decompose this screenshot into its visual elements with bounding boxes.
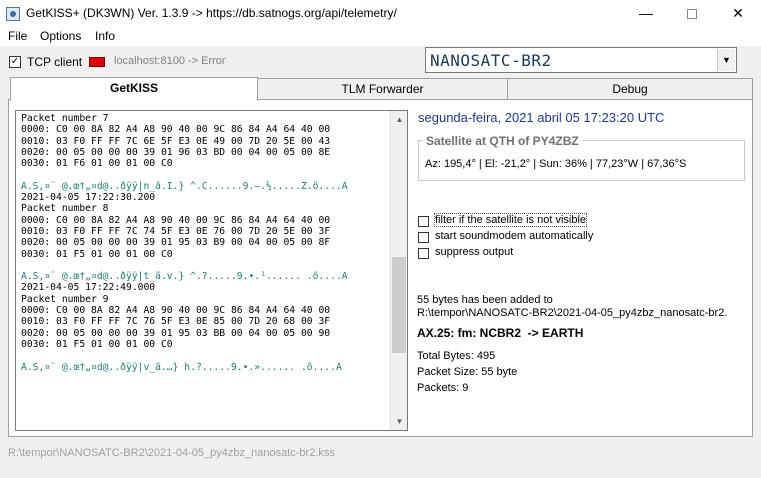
log-line: À.Š,¤¨ @.œ†„¤d@..ðÿÿ|v_ã.…} h.?.....9.•.… (21, 361, 342, 373)
suppress-output-label[interactable]: suppress output (435, 246, 513, 258)
tcp-client-label: TCP client (27, 55, 83, 69)
log-line: Packet number 9 (21, 293, 109, 305)
log-line: 0030: 01 F5 01 00 01 00 C0 (21, 248, 173, 260)
window-title: GetKISS+ (DK3WN) Ver. 1.3.9 -> https://d… (26, 6, 397, 20)
satellite-select-value: NANOSATC-BR2 (430, 51, 552, 70)
scroll-thumb[interactable] (392, 257, 406, 353)
log-line: 0020: 00 05 00 00 00 39 01 96 03 BD 00 0… (21, 146, 331, 158)
log-line: 2021-04-05 17:22:30.200 (21, 192, 156, 204)
log-line: Packet number 7 (21, 113, 109, 124)
minimize-button[interactable]: — (623, 0, 669, 28)
tab-getkiss[interactable]: GetKISS (10, 77, 258, 101)
packet-log[interactable]: Packet number 7 0000: C0 00 8A 82 A4 A8 9… (15, 110, 408, 431)
packet-size: Packet Size: 55 byte (417, 366, 518, 378)
connection-status-indicator (89, 57, 105, 67)
ax25-header: AX.25: fm: NCBR2 -> EARTH (417, 326, 584, 340)
log-line: Packet number 8 (21, 203, 109, 215)
maximize-icon (687, 9, 697, 19)
dropdown-arrow-icon[interactable]: ▼ (717, 49, 735, 71)
log-line: 2021-04-05 17:22:49.000 (21, 282, 156, 294)
satellite-position-info: Az: 195,4° | El: -21,2° | Sun: 36% | 77,… (425, 158, 687, 170)
log-line: 0020: 00 05 00 00 00 39 01 95 03 B9 00 0… (21, 237, 331, 249)
current-datetime: segunda-feira, 2021 abril 05 17:23:20 UT… (418, 110, 665, 125)
tab-debug[interactable]: Debug (507, 78, 753, 100)
title-bar: GetKISS+ (DK3WN) Ver. 1.3.9 -> https://d… (0, 0, 761, 28)
start-soundmodem-label[interactable]: start soundmodem automatically (435, 230, 593, 242)
log-line: 0000: C0 00 8A 82 A4 A8 90 40 00 9C 86 8… (21, 124, 331, 136)
log-scrollbar[interactable]: ▲ ▼ (390, 111, 407, 430)
app-icon (6, 7, 20, 21)
log-line: 0030: 01 F5 01 00 01 00 C0 (21, 338, 173, 350)
bytes-added-text: 55 bytes has been added to (417, 294, 553, 306)
log-line: À.Š,¤¨ @.œ†„¤d@..ðÿÿ|n_ã.I.} ^.C......9.… (21, 180, 348, 192)
maximize-button[interactable] (669, 0, 715, 28)
filter-visible-label[interactable]: filter if the satellite is not visible (433, 213, 588, 227)
menu-info[interactable]: Info (95, 29, 115, 43)
suppress-output-checkbox[interactable] (418, 248, 429, 259)
menu-options[interactable]: Options (40, 29, 81, 43)
start-soundmodem-checkbox[interactable] (418, 232, 429, 243)
log-line: 0020: 00 05 00 00 00 39 01 95 03 BB 00 0… (21, 327, 331, 339)
filter-visible-checkbox[interactable] (418, 216, 429, 227)
output-file-path: R:\tempor\NANOSATC-BR2\2021-04-05_py4zbz… (8, 447, 335, 459)
packet-count: Packets: 9 (417, 382, 469, 394)
total-bytes: Total Bytes: 495 (417, 350, 496, 362)
close-button[interactable]: ✕ (715, 0, 761, 28)
log-line: 0010: 03 F0 FF FF 7C 76 5F E3 0E 85 00 7… (21, 316, 331, 328)
log-line: 0010: 03 F0 FF FF 7C 6E 5F E3 0E 49 00 7… (21, 135, 331, 147)
log-line: 0000: C0 00 8A 82 A4 A8 90 40 00 9C 86 8… (21, 305, 331, 317)
scroll-down-icon[interactable]: ▼ (391, 413, 407, 430)
log-line: 0010: 03 F0 FF FF 7C 74 5F E3 0E 76 00 7… (21, 225, 331, 237)
bytes-added-path: R:\tempor\NANOSATC-BR2\2021-04-05_py4zbz… (417, 307, 728, 319)
scroll-up-icon[interactable]: ▲ (391, 111, 407, 128)
log-line: À.Š,¤¨ @.œ†„¤d@..ðÿÿ|t_ã.v.} ^.?.....9.•… (21, 271, 348, 283)
menu-file[interactable]: File (8, 29, 27, 43)
tcp-client-checkbox[interactable]: ✓ (9, 56, 21, 68)
tab-tlm-forwarder[interactable]: TLM Forwarder (257, 78, 508, 100)
connection-status-text: localhost:8100 -> Error (114, 55, 226, 67)
log-line: 0030: 01 F6 01 00 01 00 C0 (21, 158, 173, 170)
log-line: 0000: C0 00 8A 82 A4 A8 90 40 00 9C 86 8… (21, 214, 331, 226)
qth-title: Satellite at QTH of PY4ZBZ (423, 134, 582, 148)
packet-log-lines: Packet number 7 0000: C0 00 8A 82 A4 A8 9… (21, 113, 391, 373)
satellite-select[interactable]: NANOSATC-BR2 ▼ (425, 47, 737, 73)
menu-bar: File Options Info (0, 28, 761, 46)
